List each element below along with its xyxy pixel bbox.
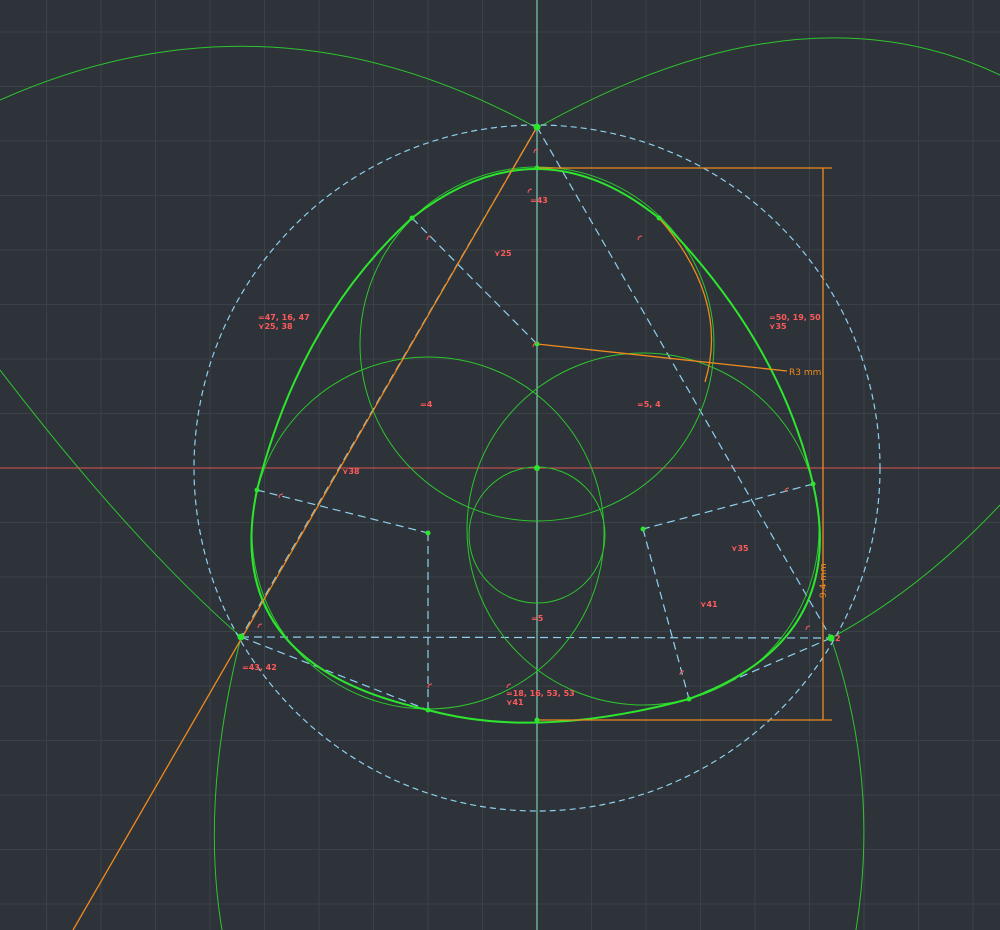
dimensions [72, 126, 832, 930]
point-top-vertex[interactable] [533, 123, 541, 131]
constraint-label[interactable]: =50, 19, 50 [769, 313, 821, 322]
constraint-label[interactable]: =43, 42 [242, 663, 277, 672]
constraint-labels: =47, 16, 47 ⋎25, 38 =50, 19, 50 ⋎35 =43 … [242, 196, 841, 707]
point-right-vertex[interactable] [827, 634, 835, 642]
constraint-label[interactable]: ⋎25, 38 [258, 322, 293, 331]
triangle-edge-bottom[interactable] [240, 636, 832, 639]
constraint-label[interactable]: ⋎38 [342, 467, 360, 476]
point-tangent-1[interactable] [409, 215, 415, 221]
constraint-label[interactable]: ⋎41 [700, 600, 718, 609]
constraint-label[interactable]: =5, 4 [637, 400, 661, 409]
background-grid [0, 0, 1000, 930]
point-origin[interactable] [534, 465, 540, 471]
sketch-points [237, 123, 835, 723]
sketch-canvas[interactable]: R3 mm 9.4 mm =47, 16, 47 ⋎25, 38 =50, 19… [0, 0, 1000, 930]
radius-line-right-b[interactable] [642, 528, 690, 700]
point-profile-top[interactable] [534, 165, 540, 171]
constraint-label[interactable]: =18, 16, 53, 53 [506, 689, 575, 698]
constraint-label[interactable]: ⋎35 [731, 544, 749, 553]
constraint-label[interactable]: ⋎41 [506, 698, 524, 707]
constraint-label[interactable]: ⋎35 [769, 322, 787, 331]
point-left-vertex[interactable] [237, 633, 245, 641]
constraint-label[interactable]: ⋎25 [494, 249, 512, 258]
outer-arc-lower-right[interactable] [830, 504, 1000, 930]
inner-circles [251, 166, 820, 710]
point-tangent-6[interactable] [254, 487, 260, 493]
constraint-label[interactable]: =5 [531, 614, 544, 623]
point-tangent-2[interactable] [656, 215, 662, 221]
point-left-center[interactable] [425, 530, 431, 536]
outer-arc-left[interactable] [0, 45, 538, 129]
point-tangent-4[interactable] [686, 696, 692, 702]
tangent-marks [257, 148, 811, 689]
outer-arc-lower-left[interactable] [0, 369, 242, 930]
radius-line-top[interactable] [411, 217, 538, 345]
height-dimension-label[interactable]: 9.4 mm [819, 563, 829, 598]
point-profile-bottom[interactable] [534, 717, 540, 723]
constraint-label[interactable]: 2 [835, 634, 841, 643]
constraint-label[interactable]: =4 [420, 400, 433, 409]
outer-arc-right[interactable] [536, 37, 1000, 129]
point-tangent-3[interactable] [810, 481, 816, 487]
triangle-edge-right[interactable] [536, 126, 832, 639]
constraint-label[interactable]: =43 [530, 196, 548, 205]
radius-line-left-a[interactable] [256, 489, 429, 534]
profile-curve[interactable] [250, 168, 821, 724]
tangent-line-bl[interactable] [240, 636, 429, 711]
point-tangent-5[interactable] [425, 707, 431, 713]
point-right-center[interactable] [640, 526, 646, 532]
radius-dimension-label[interactable]: R3 mm [789, 368, 821, 378]
constraint-label[interactable]: =47, 16, 47 [258, 313, 310, 322]
point-top-center[interactable] [534, 341, 540, 347]
